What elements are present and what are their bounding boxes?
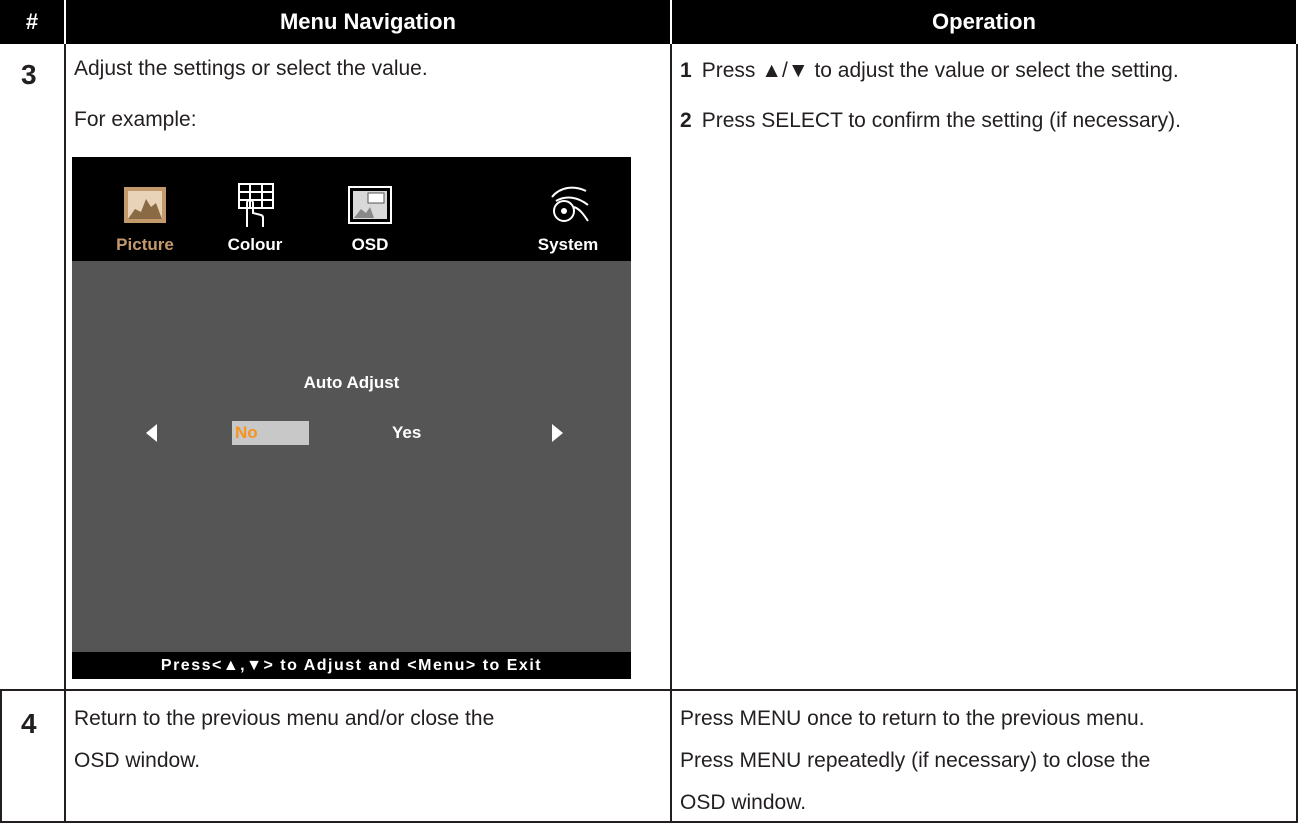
osd-tab-colour[interactable]: Colour	[205, 181, 305, 255]
table-divider	[64, 44, 66, 823]
step4-navigation-line-1: Return to the previous menu and/or close…	[74, 707, 495, 730]
osd-tab-label: Picture	[116, 235, 174, 254]
osd-option-yes[interactable]: Yes	[392, 423, 421, 443]
step4-operation-line-2: Press MENU repeatedly (if necessary) to …	[680, 749, 1151, 772]
step4-operation-line-3: OSD window.	[680, 791, 807, 814]
osd-tab-label: Colour	[227, 235, 283, 254]
column-header-menu-navigation: Menu Navigation	[66, 0, 670, 44]
picture-icon	[121, 181, 169, 229]
colour-icon	[231, 181, 279, 229]
osd-tab-osd[interactable]: OSD	[320, 181, 420, 255]
osd-help-footer: Press<▲,▼> to Adjust and <Menu> to Exit	[72, 652, 631, 679]
osd-tab-label: System	[537, 235, 599, 254]
operation-index: 1	[680, 59, 692, 82]
caret-right-icon[interactable]	[552, 424, 563, 442]
step3-example-label: For example:	[74, 108, 197, 131]
osd-icon	[346, 181, 394, 229]
system-icon	[544, 181, 592, 229]
column-header-operation: Operation	[672, 0, 1296, 44]
step4-navigation-line-2: OSD window.	[74, 749, 201, 772]
step3-operation-2: 2 Press SELECT to confirm the setting (if…	[680, 108, 1181, 134]
table-divider	[1296, 44, 1298, 823]
table-divider	[0, 689, 1298, 691]
operation-text: Press SELECT to confirm the setting (if …	[701, 109, 1181, 132]
osd-tab-picture[interactable]: Picture	[95, 181, 195, 255]
osd-screenshot: Picture Colour OSD System Auto Adjust No…	[72, 157, 631, 679]
step-number: 4	[21, 708, 37, 739]
operation-index: 2	[680, 109, 692, 132]
step3-navigation-text: Adjust the settings or select the value.	[74, 57, 428, 80]
caret-left-icon[interactable]	[146, 424, 157, 442]
table-divider	[0, 690, 2, 823]
operation-text: Press ▲/▼ to adjust the value or select …	[701, 59, 1179, 82]
osd-option-no[interactable]: No	[232, 421, 309, 445]
step4-operation-line-1: Press MENU once to return to the previou…	[680, 707, 1145, 730]
table-divider	[670, 44, 672, 823]
column-header-number: #	[0, 0, 64, 44]
step-number: 3	[21, 59, 37, 90]
osd-tab-system[interactable]: System	[518, 181, 618, 255]
step3-operation-1: 1 Press ▲/▼ to adjust the value or select…	[680, 58, 1179, 84]
osd-tab-bar: Picture Colour OSD System	[72, 157, 631, 261]
osd-tab-label: OSD	[351, 235, 389, 254]
osd-setting-title: Auto Adjust	[303, 373, 400, 392]
